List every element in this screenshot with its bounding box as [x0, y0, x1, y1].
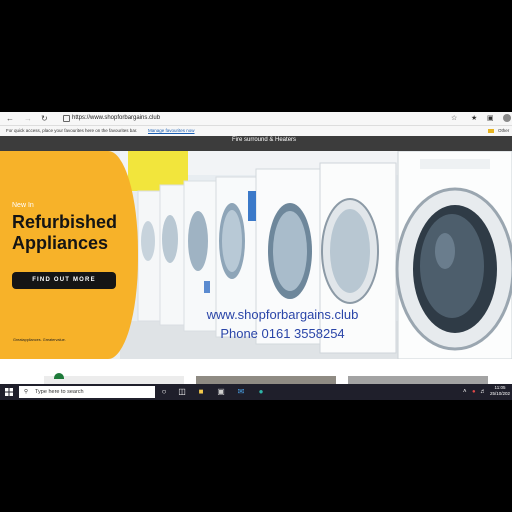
volume-icon[interactable]: ♬ — [480, 387, 486, 397]
windows-start-icon[interactable] — [5, 388, 13, 396]
favourite-star-icon[interactable]: ☆ — [451, 114, 457, 123]
machine-7 — [395, 151, 512, 359]
product-strip — [0, 359, 512, 384]
url-text: https://www.shopforbargains.club — [72, 115, 161, 121]
network-icon[interactable]: ● — [472, 387, 476, 397]
manage-favourites-link[interactable]: Manage favourites now — [148, 126, 195, 136]
taskbar-search-box[interactable]: ⚲ Type here to search — [19, 386, 155, 398]
product-card[interactable] — [196, 376, 336, 384]
windows-taskbar: ⚲ Type here to search ○ ◫ ■ ▣ ✉ ● ˄ ● ♬ … — [0, 384, 512, 400]
nav-item-fire-surround[interactable]: Fire surround & Heaters — [232, 137, 296, 143]
promo-panel: New In Refurbished Appliances FIND OUT M… — [0, 151, 138, 359]
profile-avatar[interactable] — [503, 114, 511, 122]
edge-icon[interactable]: ● — [256, 387, 266, 397]
task-view-icon[interactable]: ◫ — [177, 387, 187, 397]
favourites-message: For quick access, place your favourites … — [6, 128, 138, 133]
cortana-icon[interactable]: ○ — [159, 387, 169, 397]
url-field[interactable]: https://www.shopforbargains.club — [62, 114, 462, 123]
refresh-icon[interactable]: ↻ — [41, 114, 48, 123]
product-card[interactable] — [44, 373, 184, 384]
find-out-more-button[interactable]: FIND OUT MORE — [12, 272, 116, 289]
favourites-bar: For quick access, place your favourites … — [0, 126, 512, 136]
favourites-icon[interactable]: ★ — [471, 114, 477, 123]
forward-icon[interactable]: → — [24, 114, 32, 123]
plant-icon — [54, 373, 64, 379]
site-nav-strip: Fire surround & Heaters — [0, 136, 512, 151]
product-card[interactable] — [348, 376, 488, 384]
overlay-phone: Phone 0161 3558254 — [220, 326, 345, 341]
headline-line-1: Refurbished — [12, 212, 118, 232]
store-icon[interactable]: ▣ — [216, 387, 226, 397]
taskbar-clock[interactable]: 11:05 25/10/202 — [488, 385, 512, 397]
search-placeholder: Type here to search — [35, 389, 84, 395]
overlay-website: www.shopforbargains.club — [206, 307, 359, 322]
search-icon: ⚲ — [24, 389, 29, 395]
file-explorer-icon[interactable]: ■ — [196, 387, 206, 397]
promo-eyebrow: New In — [12, 202, 34, 209]
collections-icon[interactable]: ▣ — [487, 114, 494, 123]
address-bar-row: ← → ↻ https://www.shopforbargains.club ☆… — [0, 112, 512, 126]
back-icon[interactable]: ← — [6, 114, 14, 123]
folder-icon — [488, 129, 494, 133]
headline-line-2: Appliances — [12, 233, 109, 253]
hero-banner: New In Refurbished Appliances FIND OUT M… — [0, 151, 512, 359]
clock-date: 25/10/202 — [489, 391, 511, 396]
machine-2 — [159, 184, 187, 326]
promo-headline: Refurbished Appliances — [12, 212, 117, 254]
promo-tagline: Greatappliances. Greatervalue. — [13, 338, 66, 342]
lock-icon[interactable] — [63, 115, 70, 122]
tray-chevron-icon[interactable]: ˄ — [463, 387, 467, 397]
browser-window: ← → ↻ https://www.shopforbargains.club ☆… — [0, 112, 512, 400]
machine-6 — [319, 162, 397, 354]
machine-small — [137, 190, 163, 322]
mail-icon[interactable]: ✉ — [236, 387, 246, 397]
other-favourites[interactable]: Other — [498, 126, 509, 136]
